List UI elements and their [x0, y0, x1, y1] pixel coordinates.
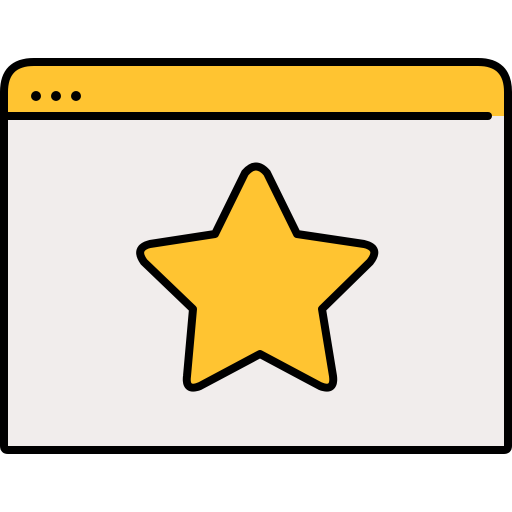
browser-window-star-illustration: [0, 0, 512, 512]
window-dot-1: [31, 91, 41, 101]
window-title-bar: [4, 66, 508, 116]
window-dot-2: [51, 91, 61, 101]
browser-window-icon: [0, 58, 512, 454]
window-dot-3: [71, 91, 81, 101]
